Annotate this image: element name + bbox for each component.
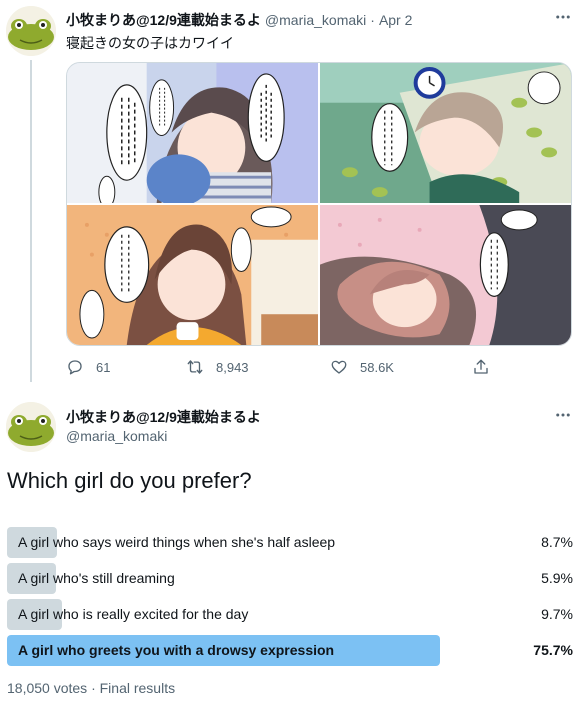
- like-button[interactable]: 58.6K: [330, 358, 394, 376]
- poll-option-winner: A girl who greets you with a drowsy expr…: [7, 635, 579, 666]
- share-icon: [474, 359, 488, 374]
- more-options-button[interactable]: [552, 6, 574, 28]
- tweet-actions: 61 8,943 58.6K: [66, 358, 566, 382]
- manga-panel-2[interactable]: [320, 63, 571, 203]
- reply-button[interactable]: 61: [66, 358, 110, 376]
- user-handle[interactable]: @maria_komaki: [265, 12, 366, 28]
- retweet-count: 8,943: [216, 359, 249, 375]
- manga-illustration: [67, 63, 318, 203]
- tweet-text: 寝起きの女の子はカワイイ: [66, 35, 234, 51]
- display-name[interactable]: 小牧まりあ@12/9連載始まるよ: [66, 10, 261, 30]
- manga-panel-1[interactable]: [67, 63, 318, 203]
- avatar[interactable]: [6, 6, 56, 56]
- poll-option-percent: 8.7%: [541, 534, 573, 550]
- manga-panel-3[interactable]: [67, 205, 318, 345]
- separator-dot: ·: [91, 680, 96, 696]
- media-grid: [66, 62, 572, 346]
- frog-avatar-icon: [6, 6, 56, 56]
- manga-illustration: [320, 63, 571, 203]
- poll-option-percent: 5.9%: [541, 570, 573, 586]
- poll-footer: 18,050 votes · Final results: [7, 680, 175, 696]
- poll-option-label: A girl who is really excited for the day: [18, 606, 249, 622]
- more-horizontal-icon: [556, 413, 570, 417]
- share-button[interactable]: [472, 358, 502, 376]
- more-horizontal-icon: [556, 15, 570, 19]
- retweet-icon: [187, 360, 203, 374]
- user-handle[interactable]: @maria_komaki: [66, 428, 167, 444]
- frog-avatar-icon: [6, 402, 56, 452]
- poll-option: A girl who's still dreaming 5.9%: [7, 563, 579, 594]
- manga-illustration: [320, 205, 571, 345]
- manga-panel-4[interactable]: [320, 205, 571, 345]
- manga-illustration: [67, 205, 318, 345]
- poll-status: Final results: [99, 680, 176, 696]
- avatar[interactable]: [6, 402, 56, 452]
- reply-icon: [68, 360, 82, 375]
- poll-option-percent: 9.7%: [541, 606, 573, 622]
- poll-option-label: A girl who greets you with a drowsy expr…: [18, 642, 335, 658]
- poll-option: A girl who is really excited for the day…: [7, 599, 579, 630]
- separator-dot: ·: [370, 12, 375, 28]
- like-count: 58.6K: [360, 359, 394, 375]
- poll-option-label: A girl who's still dreaming: [18, 570, 175, 586]
- poll-option-label: A girl who says weird things when she's …: [18, 534, 336, 550]
- tweet-date[interactable]: Apr 2: [379, 12, 412, 28]
- thread-connector-line: [30, 60, 32, 382]
- tweet-header: 小牧まりあ@12/9連載始まるよ @maria_komaki · Apr 2: [66, 10, 412, 30]
- more-options-button[interactable]: [552, 404, 574, 426]
- heart-icon: [331, 360, 347, 374]
- poll-option: A girl who says weird things when she's …: [7, 527, 579, 558]
- poll-vote-count: 18,050 votes: [7, 680, 88, 696]
- poll-question: Which girl do you prefer?: [7, 468, 252, 493]
- reply-count: 61: [96, 359, 111, 375]
- retweet-button[interactable]: 8,943: [186, 358, 249, 376]
- display-name[interactable]: 小牧まりあ@12/9連載始まるよ: [66, 407, 261, 427]
- poll-option-percent: 75.7%: [533, 642, 573, 658]
